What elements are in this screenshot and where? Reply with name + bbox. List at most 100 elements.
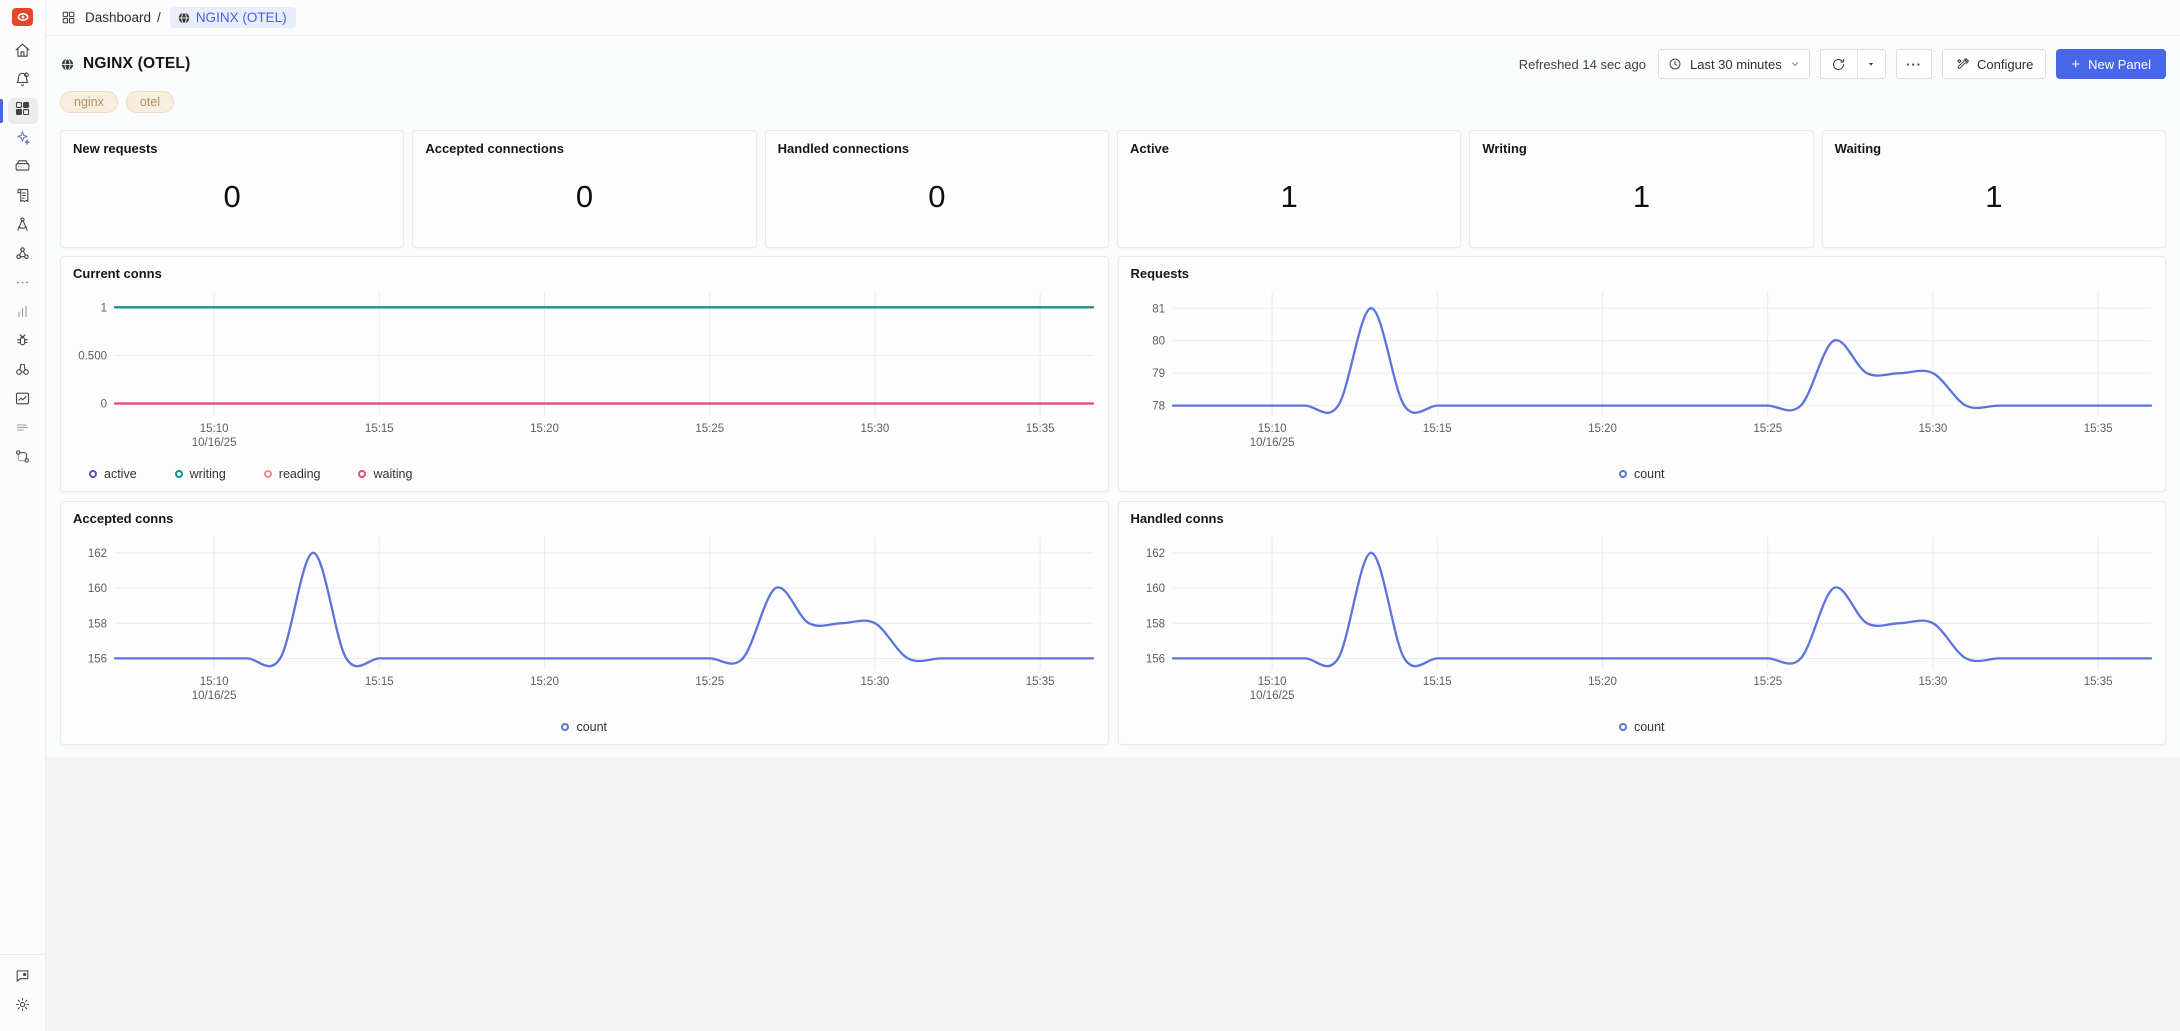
more-options-button[interactable]: ··· — [1896, 49, 1932, 79]
chart-panel-accepted-conns: Accepted conns 15:1010/16/2515:1515:2015… — [60, 501, 1109, 745]
legend-marker — [1619, 723, 1627, 731]
legend-marker — [89, 470, 97, 478]
svg-text:15:30: 15:30 — [1918, 676, 1947, 688]
stat-label: Handled connections — [778, 141, 1096, 156]
svg-text:156: 156 — [1145, 653, 1164, 665]
breadcrumb: Dashboard / NGINX (OTEL) — [46, 0, 2180, 36]
handled-conns-chart[interactable]: 15:1010/16/2515:1515:2015:2515:3015:3515… — [1131, 529, 2155, 703]
sidebar-item-messaging-queues[interactable] — [8, 243, 38, 269]
refresh-interval-caret[interactable] — [1857, 50, 1885, 78]
refreshed-status: Refreshed 14 sec ago — [1519, 57, 1646, 72]
binoculars-icon — [14, 361, 31, 383]
sidebar-divider — [0, 954, 45, 955]
sidebar-item-anomalies[interactable] — [8, 388, 38, 414]
legend-item-writing[interactable]: writing — [175, 467, 226, 481]
svg-text:15:35: 15:35 — [2083, 676, 2112, 688]
sidebar-item-explorer[interactable] — [8, 359, 38, 385]
sidebar-item-more[interactable] — [8, 272, 38, 298]
stat-panels-row: New requests 0 Accepted connections 0 Ha… — [60, 130, 2166, 248]
legend-item-reading[interactable]: reading — [264, 467, 321, 481]
stat-label: Writing — [1482, 141, 1800, 156]
svg-text:15:15: 15:15 — [365, 676, 394, 688]
legend-marker — [1619, 470, 1627, 478]
plus-icon: + — [2071, 56, 2080, 73]
svg-text:15:35: 15:35 — [1026, 423, 1055, 435]
stat-value: 0 — [425, 156, 743, 237]
time-range-select[interactable]: Last 30 minutes — [1658, 49, 1810, 79]
sidebar-item-logs[interactable] — [8, 185, 38, 211]
legend-label: waiting — [373, 467, 412, 481]
chart-panel-handled-conns: Handled conns 15:1010/16/2515:1515:2015:… — [1118, 501, 2167, 745]
stat-label: Accepted connections — [425, 141, 743, 156]
svg-text:10/16/25: 10/16/25 — [1249, 690, 1294, 702]
sidebar-item-metrics[interactable] — [8, 301, 38, 327]
svg-text:160: 160 — [1145, 583, 1164, 595]
stat-label: New requests — [73, 141, 391, 156]
stat-panel-writing: Writing 1 — [1469, 130, 1813, 248]
breadcrumb-dashboard[interactable]: Dashboard — [85, 10, 151, 25]
sidebar-item-exceptions[interactable] — [8, 330, 38, 356]
accepted-conns-chart[interactable]: 15:1010/16/2515:1515:2015:2515:3015:3515… — [73, 529, 1097, 703]
sidebar-item-services[interactable] — [8, 156, 38, 182]
stat-label: Active — [1130, 141, 1448, 156]
requests-chart[interactable]: 15:1010/16/2515:1515:2015:2515:3015:3578… — [1131, 284, 2155, 450]
svg-text:81: 81 — [1152, 303, 1165, 315]
legend-label: count — [576, 720, 607, 734]
pipeline-icon — [14, 448, 31, 470]
legend-marker — [175, 470, 183, 478]
svg-text:1: 1 — [101, 302, 107, 314]
svg-text:158: 158 — [1145, 618, 1164, 630]
stat-panel-waiting: Waiting 1 — [1822, 130, 2166, 248]
svg-text:15:30: 15:30 — [1918, 423, 1947, 435]
legend-item-count[interactable]: count — [1619, 720, 1665, 734]
page-title-text: NGINX (OTEL) — [83, 55, 190, 73]
sidebar-item-alerts[interactable] — [8, 69, 38, 95]
globe-icon — [60, 57, 75, 72]
caret-down-icon — [1866, 59, 1876, 69]
compass-icon — [14, 216, 31, 238]
svg-text:15:25: 15:25 — [695, 676, 724, 688]
chart-panel-current-conns: Current conns 15:1010/16/2515:1515:2015:… — [60, 256, 1109, 492]
sidebar-item-support[interactable] — [8, 965, 38, 991]
sidebar-item-settings[interactable] — [8, 994, 38, 1020]
svg-text:15:30: 15:30 — [861, 423, 890, 435]
refresh-button[interactable] — [1821, 50, 1857, 78]
new-panel-label: New Panel — [2088, 57, 2151, 72]
chart-legend: count — [73, 720, 1096, 734]
stat-value: 0 — [778, 156, 1096, 237]
refresh-button-group — [1820, 49, 1886, 79]
sidebar-item-traces[interactable] — [8, 214, 38, 240]
signoz-logo[interactable] — [12, 8, 33, 26]
svg-text:15:30: 15:30 — [861, 676, 890, 688]
legend-label: writing — [190, 467, 226, 481]
svg-text:162: 162 — [88, 548, 107, 560]
legend-item-count[interactable]: count — [561, 720, 607, 734]
svg-text:15:25: 15:25 — [1753, 676, 1782, 688]
chart-panels-grid: Current conns 15:1010/16/2515:1515:2015:… — [60, 256, 2166, 745]
sidebar-item-pipelines[interactable] — [8, 446, 38, 472]
time-range-value: Last 30 minutes — [1690, 57, 1782, 72]
chart-title: Current conns — [73, 266, 1096, 281]
svg-text:156: 156 — [88, 653, 107, 665]
chart-title: Requests — [1131, 266, 2154, 281]
legend-item-waiting[interactable]: waiting — [358, 467, 412, 481]
svg-text:160: 160 — [88, 583, 107, 595]
svg-text:15:10: 15:10 — [1257, 676, 1286, 688]
sidebar-item-home[interactable] — [8, 40, 38, 66]
breadcrumb-current-chip[interactable]: NGINX (OTEL) — [170, 7, 296, 28]
bug-icon — [14, 332, 31, 354]
svg-text:10/16/25: 10/16/25 — [192, 690, 237, 702]
current-conns-chart[interactable]: 15:1010/16/2515:1515:2015:2515:3015:3500… — [73, 284, 1097, 450]
home-icon — [14, 42, 31, 64]
new-panel-button[interactable]: + New Panel — [2056, 49, 2166, 79]
sidebar-item-billing[interactable] — [8, 417, 38, 443]
bar-chart-icon — [14, 303, 31, 325]
sidebar-item-ai[interactable] — [8, 127, 38, 153]
legend-item-active[interactable]: active — [89, 467, 137, 481]
configure-button[interactable]: Configure — [1942, 49, 2046, 79]
sparkles-icon — [14, 129, 31, 151]
sidebar-item-dashboards[interactable] — [8, 98, 38, 124]
legend-item-count[interactable]: count — [1619, 467, 1665, 481]
svg-text:0.500: 0.500 — [78, 350, 107, 362]
ellipsis-icon — [14, 274, 31, 296]
